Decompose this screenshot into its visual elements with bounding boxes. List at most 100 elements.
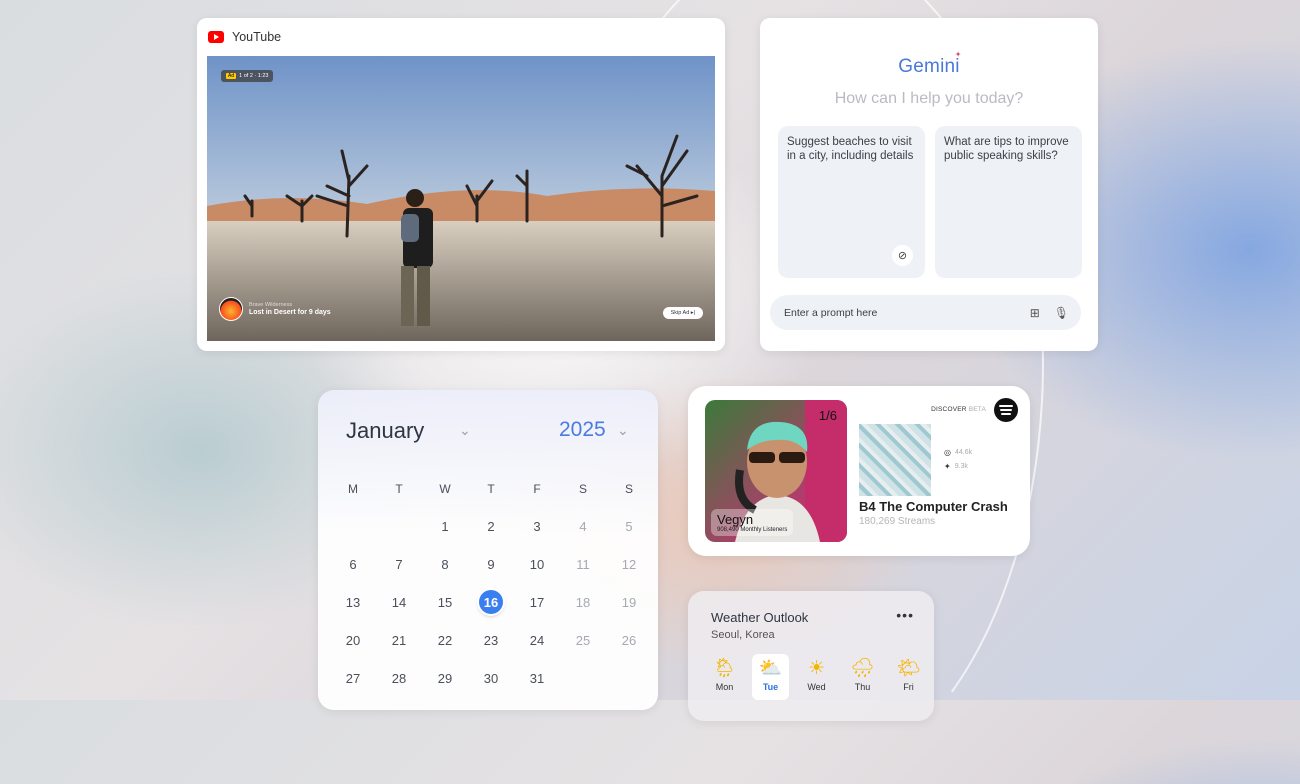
artist-name: Vegyn [717,512,754,527]
channel-name: Brave Wilderness [249,302,293,308]
channel-info[interactable]: Brave Wilderness Lost in Desert for 9 da… [219,297,331,321]
cloud-rain-icon: 🌧 [850,658,875,679]
twitter-stat: ✦ 9.3k [944,462,968,471]
empty-cell [606,666,652,690]
calendar-day[interactable]: 16 [468,590,514,614]
calendar-day[interactable]: 2 [468,514,514,538]
skip-ad-button[interactable]: Skip Ad ▸| [662,307,703,319]
empty-cell [376,514,422,538]
ad-progress-text: 1 of 2 · 1:23 [239,73,269,79]
calendar-day[interactable]: 30 [468,666,514,690]
calendar-day[interactable]: 24 [514,628,560,652]
sun-icon: ☀ [807,658,826,679]
gemini-logo: Gemini ✦ [760,50,1098,78]
more-options-icon[interactable]: ••• [896,607,914,623]
calendar-day[interactable]: 26 [606,628,652,652]
weekday-header: M [348,482,358,496]
monthly-listeners: 908,490 Monthly Listeners [717,527,788,533]
calendar-day[interactable]: 21 [376,628,422,652]
weekday-header: S [578,482,587,496]
calendar-grid: M T W T F S S 1 2 3 4 5 6 7 8 9 10 11 12 13 14 15 16 17 18 19 20 21… [330,478,652,690]
calendar-day[interactable]: 29 [422,666,468,690]
artist-image[interactable]: 1/6 Vegyn 908,490 Monthly Listeners [705,400,847,542]
calendar-day[interactable]: 25 [560,628,606,652]
forecast-day-tue[interactable]: ⛅ Tue [752,654,789,700]
add-image-icon[interactable]: ⊞ [1030,306,1040,320]
suggestion-card-speaking[interactable]: What are tips to improve public speaking… [935,126,1082,278]
calendar-day[interactable]: 7 [376,552,422,576]
forecast-day-fri[interactable]: 🌤 Fri [890,654,927,700]
instagram-stat: ◎ 44.6k [944,448,972,457]
empty-cell [330,514,376,538]
spotify-logo-icon[interactable] [994,398,1018,422]
calendar-day[interactable]: 6 [330,552,376,576]
calendar-day[interactable]: 18 [560,590,606,614]
instagram-count: 44.6k [954,449,973,456]
forecast-day-wed[interactable]: ☀ Wed [798,654,835,700]
forecast-days: 🌦 Mon ⛅ Tue ☀ Wed 🌧 Thu 🌤 Fri [706,654,927,700]
calendar-widget: January ⌄ 2025 ⌄ M T W T F S S 1 2 3 4 5 6 7 8 9 10 11 12 1… [318,390,658,710]
weather-title: Weather Outlook [711,610,809,625]
youtube-tab[interactable]: YouTube [197,18,297,56]
album-art[interactable] [859,424,931,496]
calendar-day[interactable]: 9 [468,552,514,576]
gemini-logo-text: Gemini [898,56,960,77]
twitter-count: 9.3k [954,463,968,470]
calendar-day[interactable]: 12 [606,552,652,576]
forecast-day-label: Thu [854,682,871,692]
calendar-day[interactable]: 20 [330,628,376,652]
calendar-day[interactable]: 1 [422,514,468,538]
forecast-day-thu[interactable]: 🌧 Thu [844,654,881,700]
calendar-day[interactable]: 14 [376,590,422,614]
channel-avatar[interactable] [219,297,243,321]
artist-counter: 1/6 [818,408,837,423]
calendar-day[interactable]: 11 [560,552,606,576]
calendar-day[interactable]: 31 [514,666,560,690]
chevron-down-icon[interactable]: ⌄ [459,422,471,439]
chevron-down-icon[interactable]: ⌄ [617,422,629,439]
ad-mark: Ad [226,73,237,79]
calendar-day[interactable]: 15 [422,590,468,614]
calendar-day[interactable]: 19 [606,590,652,614]
forecast-day-mon[interactable]: 🌦 Mon [706,654,743,700]
calendar-day[interactable]: 23 [468,628,514,652]
partly-sunny-icon: 🌤 [896,658,921,679]
artist-label: Vegyn 908,490 Monthly Listeners [711,509,794,536]
calendar-day[interactable]: 8 [422,552,468,576]
ad-badge: Ad 1 of 2 · 1:23 [221,70,274,82]
forecast-day-label: Tue [762,682,779,692]
weekday-header: S [624,482,633,496]
prompt-input[interactable] [782,305,1016,320]
calendar-day[interactable]: 22 [422,628,468,652]
month-selector[interactable]: January [346,418,424,444]
gemini-widget: Gemini ✦ How can I help you today? Sugges… [760,18,1098,351]
youtube-widget: YouTube Ad 1 of 2 · 1:23 Brave Wildernes… [197,18,725,351]
calendar-day[interactable]: 28 [376,666,422,690]
discover-label: DISCOVER BETA [931,406,986,413]
calendar-day[interactable]: 3 [514,514,560,538]
suggestion-card-beaches[interactable]: Suggest beaches to visit in a city, incl… [778,126,925,278]
prompt-bar: ⊞ 🎙 [770,295,1081,330]
youtube-tab-title: YouTube [232,30,282,44]
weekday-header: W [439,482,451,496]
calendar-day[interactable]: 13 [330,590,376,614]
calendar-day[interactable]: 5 [606,514,652,538]
suggestion-text: What are tips to improve public speaking… [944,136,1069,162]
weather-widget: Weather Outlook ••• Seoul, Korea 🌦 Mon ⛅ Tu… [688,591,934,721]
calendar-day[interactable]: 27 [330,666,376,690]
track-title[interactable]: B4 The Computer Crash [859,499,1008,514]
selected-day-marker: 16 [479,590,503,614]
weekday-header: T [487,482,495,496]
calendar-day[interactable]: 17 [514,590,560,614]
compass-icon: ⊘ [892,245,913,266]
year-selector[interactable]: 2025 [559,418,606,442]
video-player[interactable]: Ad 1 of 2 · 1:23 Brave Wilderness Lost i… [207,56,715,341]
forecast-day-label: Fri [903,682,914,692]
beta-text: BETA [968,406,986,413]
calendar-day[interactable]: 4 [560,514,606,538]
microphone-icon[interactable]: 🎙 [1054,306,1069,320]
discover-text: DISCOVER [931,406,967,413]
gemini-greeting: How can I help you today? [834,90,1024,107]
instagram-icon: ◎ [944,448,951,457]
calendar-day[interactable]: 10 [514,552,560,576]
